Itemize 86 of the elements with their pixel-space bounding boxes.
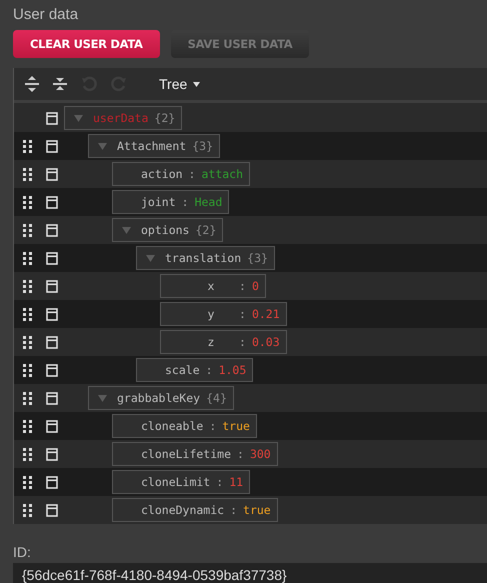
tree-node[interactable]: cloneDynamic : true [112, 498, 278, 522]
tree-node[interactable]: z : 0.03 [160, 330, 287, 354]
row-menu-icon[interactable] [46, 140, 58, 152]
node-key: cloneLifetime [141, 447, 232, 461]
node-key: scale [165, 363, 200, 377]
node-key: x [189, 279, 233, 293]
drag-handle-icon[interactable] [23, 476, 33, 488]
drag-handle-icon[interactable] [23, 364, 33, 376]
row-menu-icon[interactable] [46, 336, 58, 348]
drag-handle-icon[interactable] [23, 168, 33, 180]
node-key: z [189, 335, 233, 349]
mode-dropdown[interactable]: Tree [159, 76, 200, 92]
key-separator: : [209, 419, 216, 433]
item-count: {4} [206, 391, 227, 405]
item-count: {2} [195, 223, 216, 237]
node-value[interactable]: Head [194, 195, 222, 209]
row-menu-icon[interactable] [46, 196, 58, 208]
expand-all-icon[interactable] [25, 76, 39, 92]
item-count: {2} [154, 111, 176, 125]
node-key: grabbableKey [117, 391, 200, 405]
tree-node[interactable]: translation {3} [136, 246, 275, 270]
tree-node[interactable]: y : 0.21 [160, 302, 287, 326]
collapse-all-icon[interactable] [53, 76, 67, 92]
drag-handle-icon[interactable] [23, 196, 33, 208]
key-separator: : [182, 195, 189, 209]
key-separator: : [216, 475, 224, 489]
node-value[interactable]: true [243, 503, 271, 517]
row-menu-icon[interactable] [46, 168, 58, 180]
node-key: action [141, 167, 183, 181]
key-separator: : [237, 447, 244, 461]
drag-handle-icon[interactable] [23, 252, 33, 264]
node-key: userData [93, 111, 148, 125]
drag-handle-icon[interactable] [23, 308, 33, 320]
caret-icon [193, 82, 200, 86]
node-key: cloneable [141, 419, 204, 433]
row-menu-icon[interactable] [46, 392, 58, 404]
key-separator: : [239, 307, 246, 321]
row-menu-icon[interactable] [46, 448, 58, 460]
drag-handle-icon[interactable] [23, 392, 33, 404]
clear-button[interactable]: CLEAR USER DATA [13, 30, 160, 58]
drag-handle-icon[interactable] [23, 336, 33, 348]
drag-handle-icon[interactable] [23, 420, 33, 432]
tree-node[interactable]: userData {2} [64, 106, 182, 130]
tree-node[interactable]: scale : 1.05 [136, 358, 254, 382]
section-title: User data [12, 5, 80, 25]
tree-node[interactable]: cloneLifetime : 300 [112, 442, 278, 466]
row-menu-icon[interactable] [46, 112, 58, 124]
node-key: y [189, 307, 233, 321]
row-menu-icon[interactable] [46, 420, 58, 432]
node-key: Attachment [117, 139, 186, 153]
tree-node[interactable]: joint : Head [112, 190, 230, 214]
row-menu-icon[interactable] [46, 364, 58, 376]
row-menu-icon[interactable] [46, 476, 58, 488]
row-menu-icon[interactable] [46, 280, 58, 292]
tree-node[interactable]: Attachment {3} [88, 134, 220, 158]
drag-handle-icon[interactable] [23, 140, 33, 152]
tree-node[interactable]: action : attach [112, 162, 250, 186]
tree-node[interactable]: options {2} [112, 218, 224, 242]
node-key: translation [165, 251, 242, 265]
tree-node[interactable]: cloneable : true [112, 414, 257, 438]
tree-node[interactable]: cloneLimit : 11 [112, 470, 250, 494]
tree-node[interactable]: x : 0 [160, 274, 266, 298]
drag-handle-icon[interactable] [23, 448, 33, 460]
node-value[interactable]: attach [201, 167, 244, 181]
row-menu-icon[interactable] [46, 308, 58, 320]
key-separator: : [188, 167, 196, 181]
item-count: {3} [247, 251, 268, 265]
key-separator: : [239, 279, 246, 293]
node-value[interactable]: true [222, 419, 250, 433]
row-menu-icon[interactable] [46, 224, 58, 236]
row-menu-icon[interactable] [46, 252, 58, 264]
key-separator: : [206, 363, 213, 377]
tree-node[interactable]: grabbableKey {4} [88, 386, 234, 410]
node-key: cloneDynamic [141, 503, 224, 517]
row-menu-icon[interactable] [46, 504, 58, 516]
key-separator: : [230, 503, 238, 517]
node-key: options [141, 223, 190, 237]
drag-handle-icon[interactable] [23, 224, 33, 236]
node-key: joint [141, 195, 176, 209]
id-label: ID: [12, 543, 32, 562]
key-separator: : [239, 335, 246, 349]
drag-handle-icon[interactable] [23, 504, 33, 516]
id-field[interactable]: {56dce61f-768f-4180-8494-0539baf37738} [13, 563, 487, 583]
drag-handle-icon[interactable] [23, 280, 33, 292]
node-key: cloneLimit [141, 475, 210, 489]
item-count: {3} [192, 139, 214, 153]
